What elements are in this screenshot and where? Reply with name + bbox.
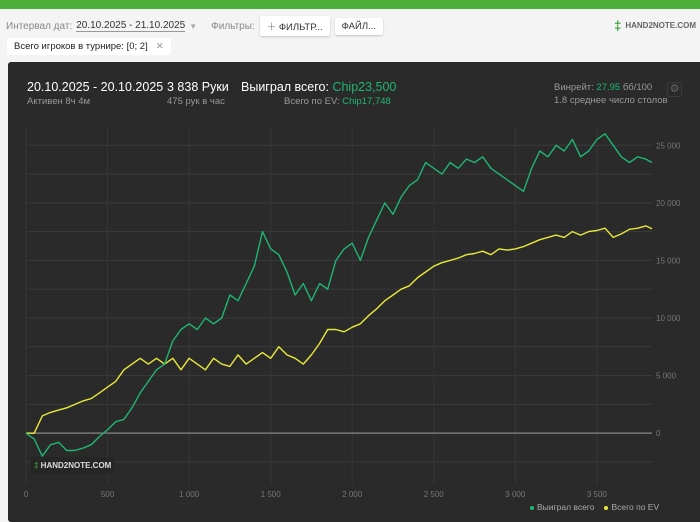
watermark: ‡ HAND2NOTE.COM <box>30 457 116 474</box>
logo-text: HAND2NOTE.COM <box>625 21 696 30</box>
plus-icon: ＋ <box>266 22 279 33</box>
top-accent-bar <box>0 0 700 9</box>
close-icon[interactable]: ✕ <box>156 41 164 52</box>
x-tick-label: 3 500 <box>587 490 608 499</box>
x-tick-label: 500 <box>101 490 115 499</box>
x-tick-label: 1 500 <box>261 490 282 499</box>
y-tick-label: 5 000 <box>656 372 677 381</box>
watermark-text: HAND2NOTE.COM <box>40 461 112 470</box>
file-button[interactable]: ФАЙЛ... <box>334 17 384 35</box>
y-tick-label: 20 000 <box>656 199 681 208</box>
date-interval-select[interactable]: 20.10.2025 - 21.10.2025 <box>76 20 186 32</box>
filter-chip[interactable]: Всего игроков в турнире: [0; 2] ✕ <box>7 38 171 55</box>
x-tick-label: 3 000 <box>505 490 526 499</box>
legend-item-ev[interactable]: Всего по EV <box>604 502 659 512</box>
legend-won-label: Выиграл всего <box>537 502 595 512</box>
add-filter-label: ФИЛЬТР... <box>278 22 323 33</box>
logo-icon: ‡ <box>614 18 622 33</box>
x-tick-label: 2 000 <box>342 490 363 499</box>
y-tick-label: 10 000 <box>656 314 681 323</box>
y-tick-label: 25 000 <box>656 141 681 150</box>
profit-chart: 0 500 1 000 1 500 2 000 2 500 3 000 3 500 0 5 000… <box>24 128 681 499</box>
legend-item-won[interactable]: Выиграл всего <box>530 502 594 512</box>
chevron-down-icon[interactable]: ▼ <box>189 22 197 31</box>
hand2note-logo: ‡ HAND2NOTE.COM <box>614 18 696 33</box>
x-tick-label: 0 <box>24 490 29 499</box>
x-tick-label: 1 000 <box>179 490 200 499</box>
won-series-line <box>25 133 653 457</box>
chart-legend: Выиграл всего Всего по EV <box>530 502 659 512</box>
filters-label: Фильтры: <box>211 20 255 32</box>
toolbar: Интервал дат: 20.10.2025 - 21.10.2025 ▼ … <box>6 16 384 36</box>
y-tick-label: 0 <box>656 429 661 438</box>
legend-ev-label: Всего по EV <box>611 502 660 512</box>
add-filter-button[interactable]: ＋ ФИЛЬТР... <box>259 16 330 36</box>
interval-label: Интервал дат: <box>6 20 73 32</box>
graph-panel: 20.10.2025 - 20.10.2025 Активен 8ч 4м 3 … <box>8 62 700 522</box>
x-tick-label: 2 500 <box>424 490 445 499</box>
y-tick-label: 15 000 <box>656 256 681 265</box>
filter-chip-label: Всего игроков в турнире: [0; 2] <box>14 41 148 52</box>
